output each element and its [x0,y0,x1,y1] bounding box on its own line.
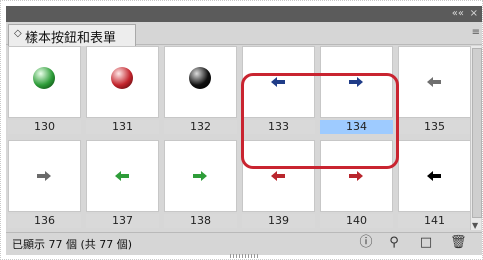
grid-item[interactable]: 141 [398,140,471,230]
scrollbar-thumb[interactable] [472,48,482,218]
arrow-right-icon [349,171,363,181]
sample-buttons-panel: ◇ 樣本按鈕和表單 ≡ 130 131 132 133 134 135 136 … [6,22,482,255]
thumbnail [86,140,159,212]
item-label: 132 [164,120,237,134]
red-ball-icon [111,67,133,89]
arrow-left-icon [427,171,441,181]
grid-item[interactable]: 136 [8,140,81,230]
close-icon[interactable]: × [470,6,478,22]
panel-menu-icon[interactable]: ≡ [472,27,480,38]
item-label: 137 [86,214,159,228]
panel-title: 樣本按鈕和表單 [25,31,117,46]
item-label: 141 [398,214,471,228]
resize-grip[interactable] [230,254,260,258]
buttons-grid: 130 131 132 133 134 135 136 137 138 139 … [8,46,471,234]
green-ball-icon [33,67,55,89]
panel-top-bar: «« × [6,6,482,22]
thumbnail [8,46,81,118]
thumbnail [398,46,471,118]
item-label: 130 [8,120,81,134]
grid-item[interactable]: 138 [164,140,237,230]
collapse-icon[interactable]: «« [452,6,464,22]
thumbnail [398,140,471,212]
grid-item[interactable]: 131 [86,46,159,136]
arrow-left-icon [115,171,129,181]
thumbnail [8,140,81,212]
item-label: 139 [242,214,315,228]
grid-item[interactable]: 132 [164,46,237,136]
chevron-updown-icon[interactable]: ◇ [14,28,22,39]
grid-item[interactable]: 135 [398,46,471,136]
item-count-text: 已顯示 77 個 (共 77 個) [12,238,133,251]
arrow-left-icon [427,77,441,87]
item-label: 138 [164,214,237,228]
delete-icon[interactable]: 🗑 [450,235,467,251]
new-item-icon[interactable]: □ [418,235,434,251]
item-label: 136 [8,214,81,228]
scroll-down-icon[interactable]: ▼ [472,221,478,230]
thumbnail [86,46,159,118]
item-label: 140 [320,214,393,228]
grid-item[interactable]: 137 [86,140,159,230]
search-icon[interactable]: ⚲ [386,235,402,251]
panel-tab[interactable]: ◇ 樣本按鈕和表單 [8,24,136,46]
arrow-left-icon [271,171,285,181]
panel-header: ◇ 樣本按鈕和表單 ≡ [6,22,482,46]
item-label: 135 [398,120,471,134]
grid-item[interactable]: 130 [8,46,81,136]
item-label: 131 [86,120,159,134]
info-icon[interactable]: ⓘ [358,235,374,251]
thumbnail [164,140,237,212]
status-bar: 已顯示 77 個 (共 77 個) ⓘ ⚲ □ 🗑 [6,232,482,255]
black-ball-icon [189,67,211,89]
vertical-scrollbar[interactable]: ▼ [470,46,482,230]
arrow-right-icon [193,171,207,181]
thumbnail [164,46,237,118]
arrow-right-icon [37,171,51,181]
selection-highlight [241,73,399,169]
